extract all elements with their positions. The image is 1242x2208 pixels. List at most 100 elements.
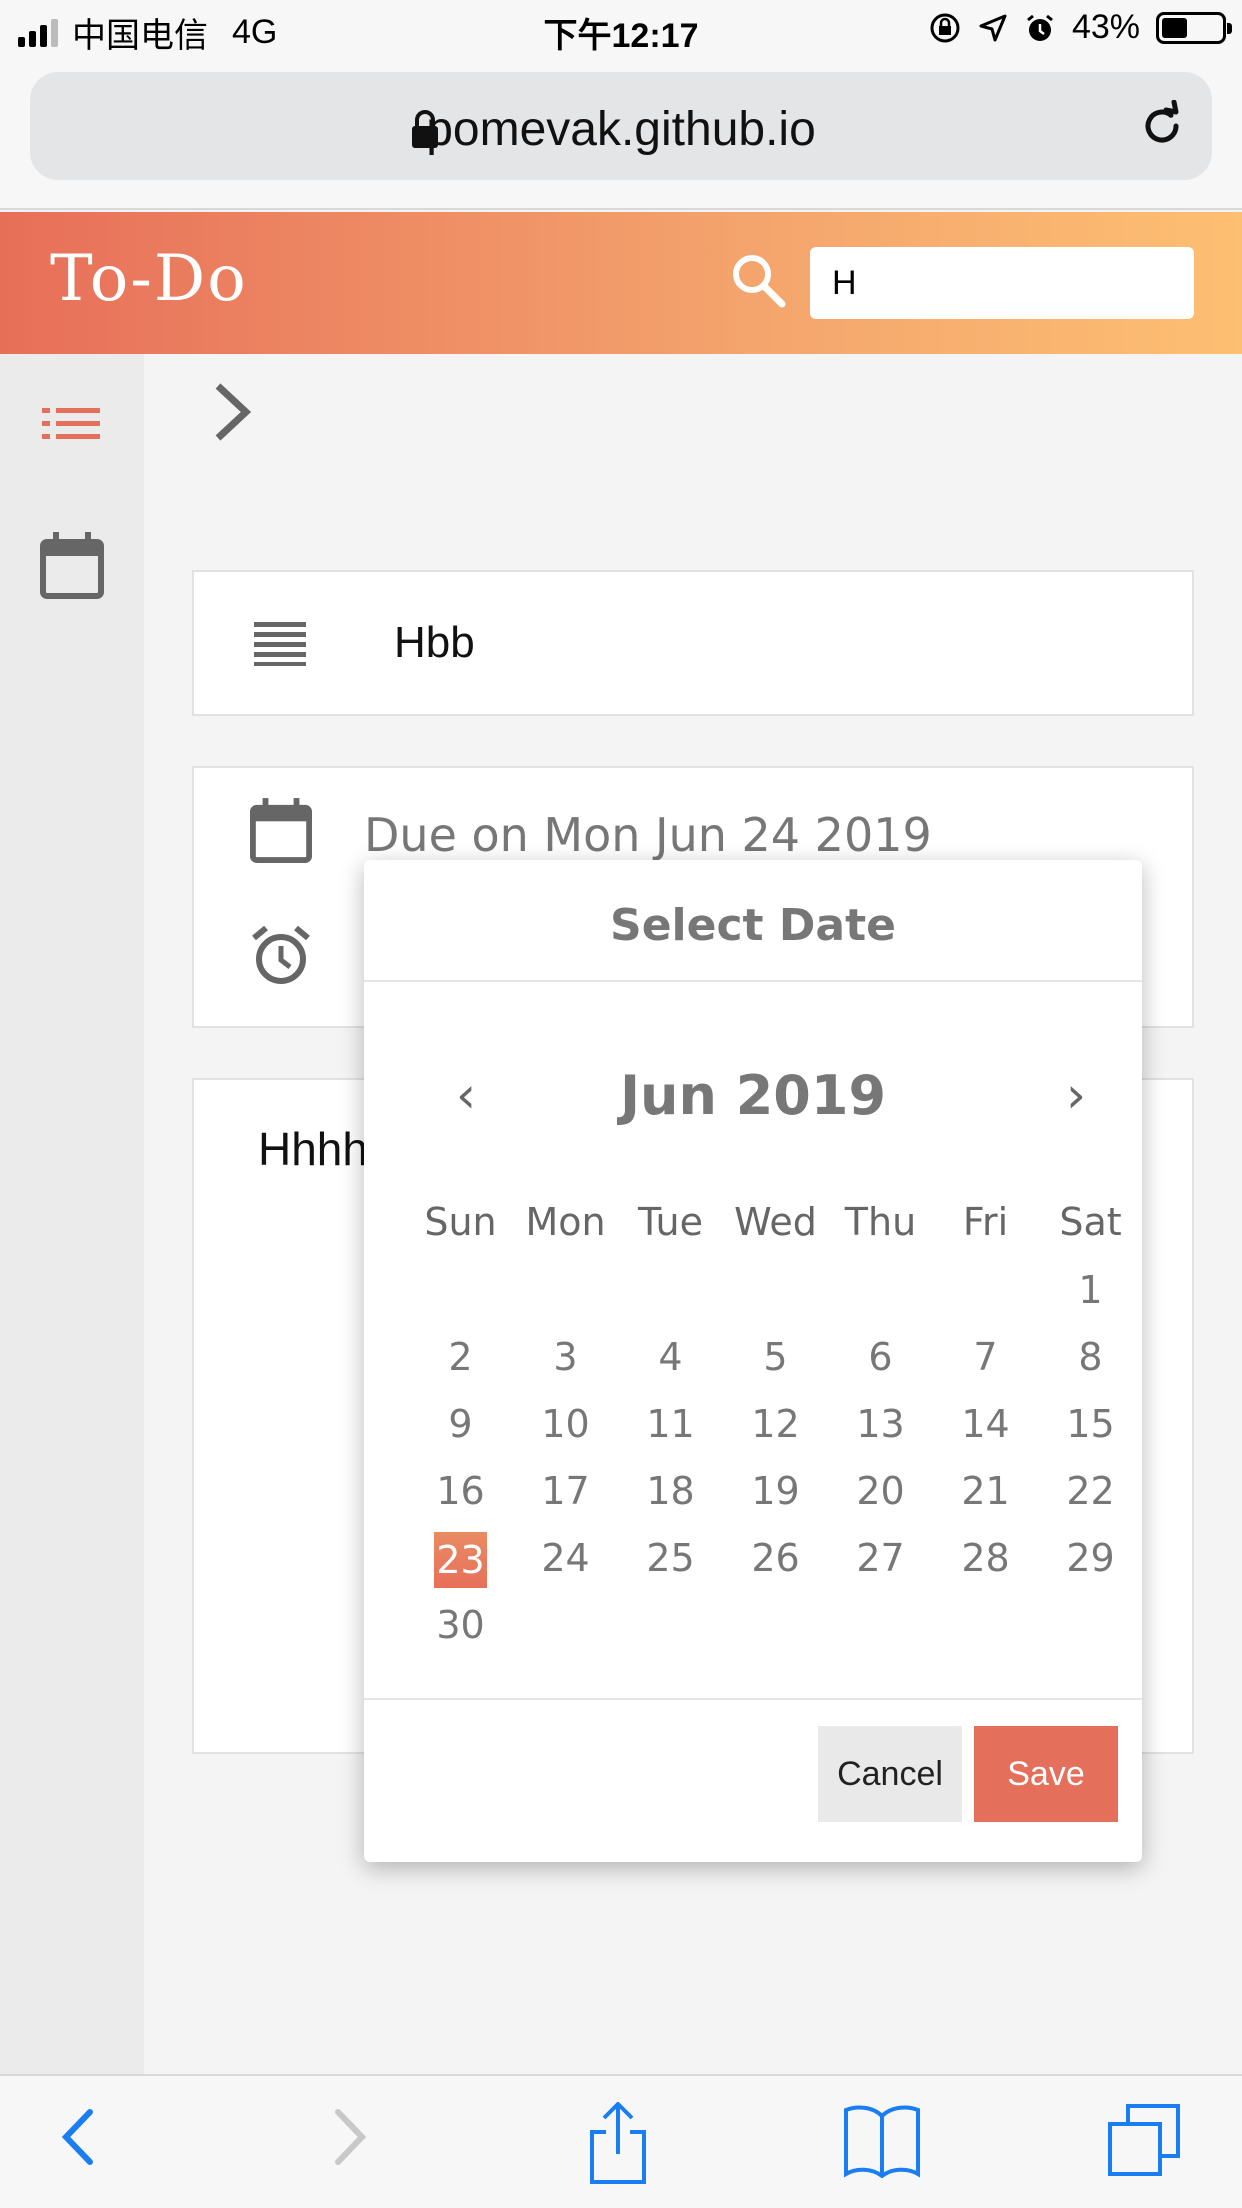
task-title-card: Hbb: [192, 570, 1194, 716]
cancel-button[interactable]: Cancel: [818, 1726, 962, 1822]
day-number: 5: [763, 1335, 788, 1379]
day-cell[interactable]: 30: [408, 1599, 513, 1666]
due-date-label[interactable]: Due on Mon Jun 24 2019: [364, 808, 932, 862]
day-cell[interactable]: 6: [828, 1331, 933, 1398]
location-icon: [979, 14, 1007, 41]
day-number: 20: [856, 1469, 905, 1513]
search-input[interactable]: [810, 247, 1194, 319]
day-cell[interactable]: 11: [618, 1398, 723, 1465]
day-cell[interactable]: 9: [408, 1398, 513, 1465]
day-cell[interactable]: 14: [933, 1398, 1038, 1465]
task-notes[interactable]: Hhhh: [258, 1122, 368, 1176]
day-number: 16: [436, 1469, 485, 1513]
day-number: 29: [1066, 1536, 1115, 1580]
day-number: 23: [434, 1532, 487, 1588]
weekday-label: Thu: [844, 1200, 917, 1244]
day-number: 8: [1078, 1335, 1103, 1379]
day-number: 18: [646, 1469, 695, 1513]
browser-bottom-bar: [0, 2074, 1242, 2208]
reload-icon[interactable]: [1136, 100, 1188, 152]
address-bar[interactable]: pomevak.github.io: [30, 72, 1212, 180]
day-cell[interactable]: 29: [1038, 1532, 1143, 1599]
day-cell[interactable]: 10: [513, 1398, 618, 1465]
calendar-icon[interactable]: [40, 532, 104, 600]
sidebar: [0, 354, 144, 2074]
day-number: 28: [961, 1536, 1010, 1580]
day-cell[interactable]: 18: [618, 1465, 723, 1532]
battery-level: [1162, 17, 1187, 38]
day-cell[interactable]: 7: [933, 1331, 1038, 1398]
list-icon[interactable]: [42, 404, 102, 444]
day-selected[interactable]: 23: [408, 1532, 513, 1599]
month-label: Jun 2019: [619, 1064, 887, 1127]
day-cell[interactable]: 27: [828, 1532, 933, 1599]
chevron-right-icon[interactable]: [210, 380, 254, 444]
weekday-label: Tue: [638, 1200, 703, 1244]
date-picker-dialog: Select Date ‹ Jun 2019 › Sun Mon Tue Wed Thu…: [364, 860, 1142, 1862]
lines-icon: [254, 622, 306, 666]
save-button[interactable]: Save: [974, 1726, 1118, 1822]
alarm-status-icon: [1027, 14, 1053, 41]
day-number: 14: [961, 1402, 1010, 1446]
day-cell[interactable]: 13: [828, 1398, 933, 1465]
day-cell[interactable]: 20: [828, 1465, 933, 1532]
calendar-icon: [250, 798, 312, 863]
task-title[interactable]: Hbb: [394, 618, 475, 668]
day-cell[interactable]: 16: [408, 1465, 513, 1532]
day-empty: [408, 1264, 513, 1331]
day-empty: [723, 1264, 828, 1331]
weekday-label: Sun: [424, 1200, 497, 1244]
search-icon[interactable]: [728, 250, 788, 310]
tabs-icon[interactable]: [1106, 2102, 1182, 2178]
divider: [364, 1698, 1142, 1700]
alarm-icon[interactable]: [250, 924, 312, 986]
day-cell[interactable]: 5: [723, 1331, 828, 1398]
day-number: 24: [541, 1536, 590, 1580]
weekday-label: Wed: [734, 1200, 817, 1244]
day-cell[interactable]: 17: [513, 1465, 618, 1532]
day-cell[interactable]: 28: [933, 1532, 1038, 1599]
days-grid: 1 2 3 4 5 6 7 8 9 10 11 12 13 14 15 16 17 18 19 20 21 22 23 24 2…: [408, 1264, 1143, 1666]
day-cell[interactable]: 19: [723, 1465, 828, 1532]
day-cell[interactable]: 25: [618, 1532, 723, 1599]
day-cell[interactable]: 4: [618, 1331, 723, 1398]
day-cell[interactable]: 21: [933, 1465, 1038, 1532]
day-number: 30: [436, 1603, 485, 1647]
browser-toolbar: pomevak.github.io: [0, 62, 1242, 210]
day-number: 12: [751, 1402, 800, 1446]
day-empty: [933, 1264, 1038, 1331]
share-icon[interactable]: [586, 2102, 650, 2186]
rotation-lock-icon: [930, 13, 960, 42]
day-cell[interactable]: 1: [1038, 1264, 1143, 1331]
day-number: 13: [856, 1402, 905, 1446]
day-empty: [618, 1264, 723, 1331]
day-cell[interactable]: 24: [513, 1532, 618, 1599]
day-cell[interactable]: 22: [1038, 1465, 1143, 1532]
day-cell[interactable]: 26: [723, 1532, 828, 1599]
day-empty: [828, 1264, 933, 1331]
day-cell[interactable]: 15: [1038, 1398, 1143, 1465]
day-number: 11: [646, 1402, 695, 1446]
day-number: 6: [868, 1335, 893, 1379]
next-month-button[interactable]: ›: [1066, 1066, 1086, 1124]
weekday-header: Sun Mon Tue Wed Thu Fri Sat: [408, 1200, 1143, 1244]
day-cell[interactable]: 2: [408, 1331, 513, 1398]
weekday-label: Mon: [525, 1200, 606, 1244]
day-number: 27: [856, 1536, 905, 1580]
battery-icon: [1156, 11, 1232, 44]
back-icon[interactable]: [56, 2102, 100, 2172]
day-empty: [513, 1264, 618, 1331]
day-number: 2: [448, 1335, 473, 1379]
weekday-label: Fri: [962, 1200, 1009, 1244]
forward-icon[interactable]: [328, 2102, 372, 2172]
bookmarks-icon[interactable]: [842, 2102, 922, 2178]
day-cell[interactable]: 3: [513, 1331, 618, 1398]
divider: [364, 980, 1142, 982]
status-bar: 中国电信 4G 下午12:17 43%: [0, 0, 1242, 62]
day-cell[interactable]: 12: [723, 1398, 828, 1465]
day-cell[interactable]: 8: [1038, 1331, 1143, 1398]
day-number: 4: [658, 1335, 683, 1379]
day-number: 21: [961, 1469, 1010, 1513]
day-number: 17: [541, 1469, 590, 1513]
app-logo: To-Do: [50, 242, 248, 316]
